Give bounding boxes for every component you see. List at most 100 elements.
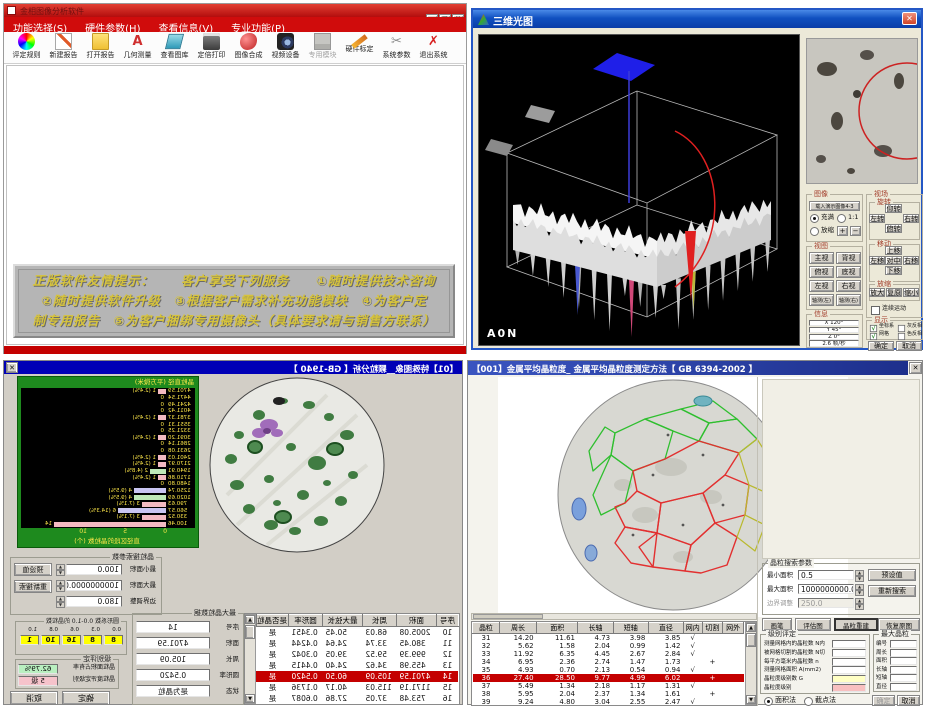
max-grain-value[interactable] xyxy=(890,649,917,657)
checkbox[interactable] xyxy=(871,306,880,315)
new-report-button[interactable]: 新建报告 xyxy=(45,32,82,63)
max-grain-value[interactable] xyxy=(890,666,917,674)
scroll-up-icon[interactable]: ▲ xyxy=(245,615,255,624)
gallery-button[interactable]: 查看图库 xyxy=(156,32,193,63)
table-row[interactable]: 3627.4028.509.774.996.02+ xyxy=(473,674,744,682)
info-value[interactable]: Y 45° xyxy=(809,327,859,333)
rotate-up-button[interactable]: 仰转 xyxy=(885,204,902,213)
grade-value[interactable] xyxy=(832,649,866,657)
column-header[interactable]: 网外 xyxy=(723,623,744,634)
column-header[interactable]: 长轴 xyxy=(578,623,613,634)
table-row[interactable]: 354.930.702.130.540.94√ xyxy=(473,666,744,674)
measure-button[interactable]: A几何测量 xyxy=(119,32,156,63)
radio-button[interactable] xyxy=(837,214,846,223)
max-grain-value[interactable] xyxy=(890,683,917,691)
table-row[interactable]: 3114.2011.614.733.983.85√ xyxy=(473,634,744,643)
value-field[interactable]: 100.0 xyxy=(66,564,122,575)
count-cell[interactable]: 8 xyxy=(104,635,123,645)
zoom-1-button[interactable]: 复原 xyxy=(886,288,902,297)
table-row[interactable]: 346.952.362.741.471.73+ xyxy=(473,658,744,666)
column-header[interactable]: 短轴 xyxy=(613,623,648,634)
rotate-left-button[interactable]: 左转 xyxy=(869,214,885,223)
view-6-button[interactable]: 轴测(左) xyxy=(809,294,834,306)
max-grain-value[interactable]: 105.09 xyxy=(136,653,210,665)
table-row[interactable]: 13455.9834.6224.400.4415是 xyxy=(257,660,459,671)
zoom-0-button[interactable]: 放大 xyxy=(869,288,885,297)
table-row[interactable]: 102005.0868.0350.450.3451是 xyxy=(257,627,459,639)
move-right-button[interactable]: 右移 xyxy=(903,256,919,265)
view-3-button[interactable]: 底视 xyxy=(836,266,861,278)
close-icon[interactable]: ✕ xyxy=(909,362,922,374)
spinner[interactable]: ▲▼ xyxy=(855,598,864,608)
zoom-2-button[interactable]: 缩小 xyxy=(903,288,919,297)
cancel-button[interactable]: 取消 xyxy=(10,691,58,705)
horizontal-scrollbar[interactable] xyxy=(471,613,757,620)
checkbox[interactable]: √ xyxy=(870,325,877,332)
rotate-down-button[interactable]: 俯转 xyxy=(885,224,902,233)
close-icon[interactable]: ✕ xyxy=(902,12,917,25)
particle-field-image[interactable] xyxy=(207,375,387,555)
move-center-button[interactable]: 对中 xyxy=(885,256,902,265)
table-row[interactable]: 385.952.042.371.341.61+ xyxy=(473,690,744,698)
view-2-button[interactable]: 俯视 xyxy=(809,266,834,278)
grade-value[interactable] xyxy=(832,675,866,683)
research-button[interactable]: 重新搜索 xyxy=(868,585,916,597)
ok-button[interactable]: 确定 xyxy=(872,695,895,706)
calibrate-pencil-button[interactable]: 硬件标定 xyxy=(341,32,378,63)
column-header[interactable]: 面积 xyxy=(397,615,437,627)
load-demo-image-button[interactable]: 载入演示图像4-3 xyxy=(809,201,860,211)
table-row[interactable]: 11380.4533.7424.640.4244是 xyxy=(257,638,459,649)
value-field[interactable]: 180.0 xyxy=(66,596,122,607)
scroll-down-icon[interactable]: ▼ xyxy=(245,694,255,703)
view-4-button[interactable]: 左视 xyxy=(809,280,834,292)
table-row[interactable]: 399.244.803.042.552.47√ xyxy=(473,698,744,706)
preset-button[interactable]: 预设值 xyxy=(14,563,52,576)
info-value[interactable]: X 120° xyxy=(809,320,859,326)
scroll-thumb[interactable] xyxy=(245,625,255,639)
scroll-up-icon[interactable]: ▲ xyxy=(746,623,756,632)
rotate-right-button[interactable]: 右转 xyxy=(903,214,919,223)
scrollbar[interactable]: ▲▼ xyxy=(745,622,757,705)
checkbox[interactable] xyxy=(898,325,905,332)
spin-down-icon[interactable]: ▼ xyxy=(855,576,864,582)
radio-button[interactable] xyxy=(810,214,819,223)
column-header[interactable]: 面积 xyxy=(537,623,578,634)
scroll-down-icon[interactable]: ▼ xyxy=(746,695,756,704)
radio-button[interactable] xyxy=(810,227,819,236)
checkbox[interactable]: √ xyxy=(870,333,877,340)
table-row[interactable]: 3311.926.354.452.672.84√ xyxy=(473,650,744,658)
research-button[interactable]: 重新搜索 xyxy=(14,580,52,593)
max-grain-value[interactable]: 是为晶粒 xyxy=(136,685,210,697)
max-grain-value[interactable]: 14 xyxy=(136,621,210,633)
view-1-button[interactable]: 背视 xyxy=(836,252,861,264)
printer-button[interactable]: 定倍打印 xyxy=(193,32,230,63)
settings-tools-button[interactable]: ✂系统参数 xyxy=(378,32,415,63)
max-grain-value[interactable]: 4701.59 xyxy=(136,637,210,649)
camera-button[interactable]: 视频设备 xyxy=(267,32,304,63)
column-header[interactable]: 直径 xyxy=(648,623,683,634)
column-header[interactable]: 网内 xyxy=(683,623,702,634)
radio-button[interactable] xyxy=(804,697,813,706)
table-row[interactable]: 375.491.342.181.171.31√ xyxy=(473,682,744,690)
spin-down-icon[interactable]: ▼ xyxy=(56,602,65,608)
checkbox[interactable] xyxy=(898,333,905,340)
table-row[interactable]: 144701.59105.0960.500.5420是 xyxy=(257,671,459,682)
move-down-button[interactable]: 下移 xyxy=(885,266,902,275)
spin-down-icon[interactable]: ▼ xyxy=(56,570,65,576)
count-cell[interactable]: 1 xyxy=(20,635,39,645)
column-header[interactable]: 周长 xyxy=(499,623,536,634)
spin-down-icon[interactable]: ▼ xyxy=(855,590,864,596)
value-field[interactable]: 0.5 xyxy=(798,570,854,580)
action-1-button[interactable]: 评估图 xyxy=(795,618,831,631)
move-up-button[interactable]: 上移 xyxy=(885,246,902,255)
column-header[interactable]: 切割 xyxy=(702,623,723,634)
title-bar[interactable]: 三维光图 ✕ xyxy=(473,10,921,28)
exit-button[interactable]: ✗退出系统 xyxy=(415,32,452,63)
grade-value[interactable] xyxy=(832,658,866,666)
view-0-button[interactable]: 主视 xyxy=(809,252,834,264)
result-value[interactable]: 62.79% xyxy=(18,664,58,674)
scroll-thumb[interactable] xyxy=(746,633,756,647)
table-row[interactable]: 151171.19115.0340.170.1736是 xyxy=(257,682,459,693)
info-value[interactable]: Z 0° xyxy=(809,334,859,340)
max-grain-value[interactable] xyxy=(890,674,917,682)
